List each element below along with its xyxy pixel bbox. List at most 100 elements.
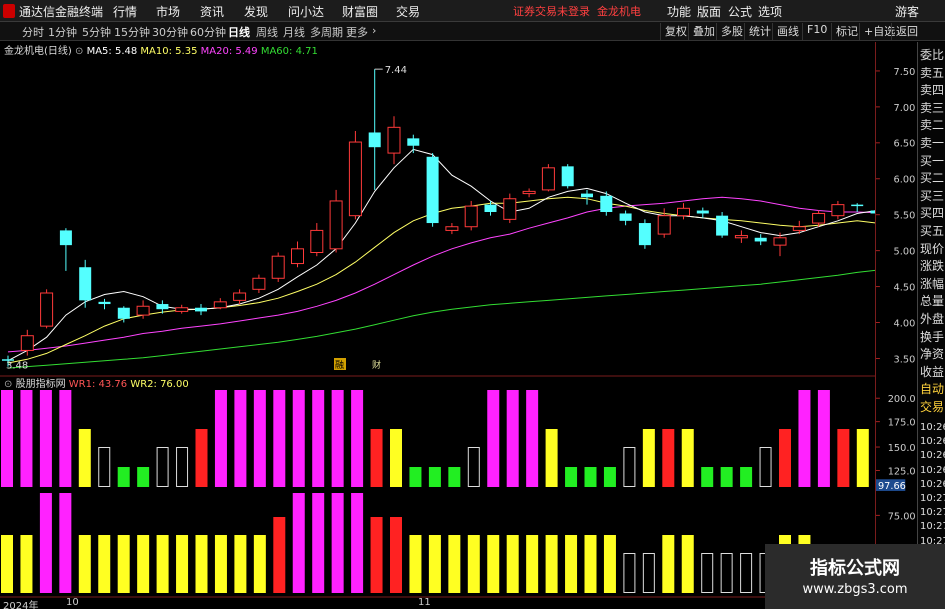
wr-top-bar [117, 467, 130, 487]
menu-function[interactable]: 功能 [667, 3, 691, 20]
wr-bottom-bar [117, 535, 130, 593]
indicator-name[interactable]: 股朋指标网 [16, 379, 66, 390]
menu-wealth[interactable]: 财富圈 [342, 3, 378, 20]
wr-top-bar [720, 467, 733, 487]
ind-tick-label: 150.0 [888, 443, 916, 454]
wr-bottom-bar [234, 535, 247, 593]
wr-top-bar [817, 390, 830, 487]
wr-bottom-bar [39, 493, 52, 593]
price-tick-label: 7.00 [894, 103, 916, 114]
quote-label: 买四 [920, 206, 945, 221]
wr-bottom-bar [467, 535, 480, 593]
candle-body [348, 141, 362, 217]
wr-top-bar [740, 467, 753, 487]
legend-ma10: MA10: 5.35 [140, 46, 198, 57]
wr-top-bar [701, 467, 714, 487]
btn-add-watchlist[interactable]: +自选 [859, 23, 895, 40]
watermark-url: www.zbgs3.com [802, 582, 908, 597]
period-5min[interactable]: 5分钟 [82, 24, 111, 40]
menu-discover[interactable]: 发现 [244, 3, 268, 20]
date-month-11: 11 [418, 597, 431, 608]
btn-mark[interactable]: 标记 [831, 23, 858, 40]
high-price-annotation: 7.44 [385, 65, 407, 76]
candle-body [291, 248, 304, 265]
btn-stats[interactable]: 统计 [744, 23, 771, 40]
period-30min[interactable]: 30分钟 [152, 24, 188, 40]
wr-bottom-bar [428, 535, 441, 593]
wr-bottom-bar [701, 553, 714, 593]
wr-top-bar [779, 429, 791, 487]
btn-adjust[interactable]: 复权 [660, 23, 687, 40]
date-month-10: 10 [66, 597, 79, 608]
watermark-title: 指标公式网 [810, 558, 900, 579]
watermark: 指标公式网 www.zbgs3.com [765, 544, 945, 609]
wr-bottom-bar [584, 535, 597, 593]
menu-formula[interactable]: 公式 [728, 3, 752, 20]
wr-top-bar [214, 390, 227, 487]
period-multi[interactable]: 多周期 [310, 24, 343, 40]
candle-body [657, 215, 671, 235]
wr-top-bar [759, 447, 772, 487]
wr-bottom-bar [156, 535, 169, 593]
wr-top-bar [428, 467, 441, 487]
btn-back[interactable]: 返回 [891, 23, 918, 40]
wr-bottom-bar [487, 535, 500, 593]
candle-body [522, 190, 536, 195]
candle-body [213, 301, 227, 309]
low-price-annotation: 3.48 [6, 361, 28, 372]
wr-bottom-bar [370, 517, 383, 593]
quote-label: 收益 [920, 364, 945, 379]
wr-bottom-bar [292, 493, 305, 593]
ind-tick-label: 125.0 [888, 466, 916, 477]
wr-bottom-bar [59, 493, 72, 593]
period-toolbar: 分时 1分钟 5分钟 15分钟 30分钟 60分钟 日线 周线 月线 多周期 更… [0, 22, 945, 41]
menu-news[interactable]: 资讯 [200, 3, 224, 20]
menu-options[interactable]: 选项 [758, 3, 782, 20]
legend-toggle-icon[interactable]: ⊙ [75, 46, 83, 57]
date-axis: 2024年 10 11 [0, 597, 875, 609]
period-60min[interactable]: 60分钟 [190, 24, 226, 40]
period-1min[interactable]: 1分钟 [48, 24, 77, 40]
wr-top-bar [409, 467, 422, 487]
more-chevron-icon[interactable]: › [372, 24, 376, 37]
login-notice[interactable]: 证券交易未登录 金龙机电 [513, 3, 641, 19]
candle-body [541, 167, 555, 191]
period-15min[interactable]: 15分钟 [114, 24, 150, 40]
quote-label: 涨幅 [920, 276, 945, 291]
candle-body [233, 292, 247, 301]
btn-overlay[interactable]: 叠加 [688, 23, 715, 40]
current-wr-label: 97.66 [878, 481, 906, 492]
kline-chart[interactable]: 7.44 3.48 融 财 [0, 42, 875, 609]
btn-draw[interactable]: 画线 [772, 23, 799, 40]
trade-time: 10:26 [920, 450, 945, 462]
candle-body [503, 198, 517, 220]
menu-ask[interactable]: 问小达 [288, 3, 324, 20]
price-legend: 金龙机电(日线) ⊙ MA5: 5.48 MA10: 5.35 MA20: 5.… [4, 42, 318, 57]
wr-top-bar [370, 429, 383, 487]
wr-top-bar [195, 429, 208, 487]
period-daily[interactable]: 日线 [228, 24, 250, 40]
period-more[interactable]: 更多 [346, 24, 368, 40]
menu-trade[interactable]: 交易 [396, 3, 420, 20]
menu-market[interactable]: 市场 [156, 3, 180, 20]
period-monthly[interactable]: 月线 [283, 24, 305, 40]
period-weekly[interactable]: 周线 [256, 24, 278, 40]
legend-ma5: MA5: 5.48 [86, 46, 138, 57]
indicator-legend: ⊙ 股朋指标网 WR1: 43.76 WR2: 76.00 [4, 375, 189, 390]
quote-label: 买一 [920, 153, 945, 168]
quote-label: 委比 [920, 48, 945, 62]
candle-body [812, 212, 826, 224]
period-tick[interactable]: 分时 [22, 24, 44, 40]
menu-quotes[interactable]: 行情 [113, 3, 137, 20]
menu-layout[interactable]: 版面 [697, 3, 721, 20]
wr-top-bar [331, 390, 344, 487]
btn-multi-stock[interactable]: 多股 [716, 23, 743, 40]
indicator-toggle-icon[interactable]: ⊙ [4, 379, 12, 390]
quote-label: 总量 [920, 294, 945, 309]
candle-body [484, 204, 497, 212]
price-tick-label: 4.50 [894, 282, 916, 293]
btn-f10[interactable]: F10 [802, 23, 827, 40]
guest-label[interactable]: 游客 [895, 3, 919, 20]
wr-top-bar [176, 447, 189, 487]
date-year: 2024年 [3, 601, 39, 609]
